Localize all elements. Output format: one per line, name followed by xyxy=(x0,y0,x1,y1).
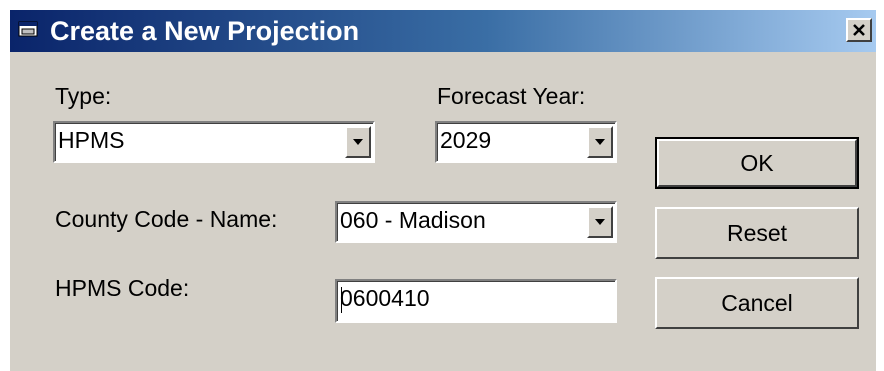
county-select-value: 060 - Madison xyxy=(340,207,486,233)
close-icon xyxy=(853,24,865,36)
title-bar[interactable]: Create a New Projection xyxy=(10,10,876,52)
chevron-down-icon xyxy=(353,139,363,145)
forecast-year-value: 2029 xyxy=(440,127,492,153)
county-label: County Code - Name: xyxy=(55,206,278,232)
forecast-year-select[interactable]: 2029 xyxy=(435,121,617,163)
text-caret xyxy=(341,287,342,313)
type-dropdown-button[interactable] xyxy=(345,126,371,158)
forecast-year-label: Forecast Year: xyxy=(437,83,586,109)
hpms-code-label: HPMS Code: xyxy=(55,275,190,301)
county-dropdown-button[interactable] xyxy=(587,206,613,238)
close-button[interactable] xyxy=(846,18,872,42)
dialog-window: Create a New Projection Type: HPMS Forec… xyxy=(8,8,876,371)
forecast-year-dropdown-button[interactable] xyxy=(587,126,613,158)
county-select[interactable]: 060 - Madison xyxy=(335,201,617,243)
cancel-button[interactable]: Cancel xyxy=(655,277,859,329)
app-icon xyxy=(18,20,40,40)
type-select[interactable]: HPMS xyxy=(53,121,375,163)
type-label: Type: xyxy=(55,83,112,109)
type-select-value: HPMS xyxy=(58,127,125,153)
hpms-code-input[interactable]: 0600410 xyxy=(335,279,617,323)
hpms-code-value: 0600410 xyxy=(340,285,430,311)
chevron-down-icon xyxy=(595,139,605,145)
ok-button[interactable]: OK xyxy=(655,137,859,189)
chevron-down-icon xyxy=(595,219,605,225)
reset-button[interactable]: Reset xyxy=(655,207,859,259)
window-title: Create a New Projection xyxy=(50,16,360,46)
